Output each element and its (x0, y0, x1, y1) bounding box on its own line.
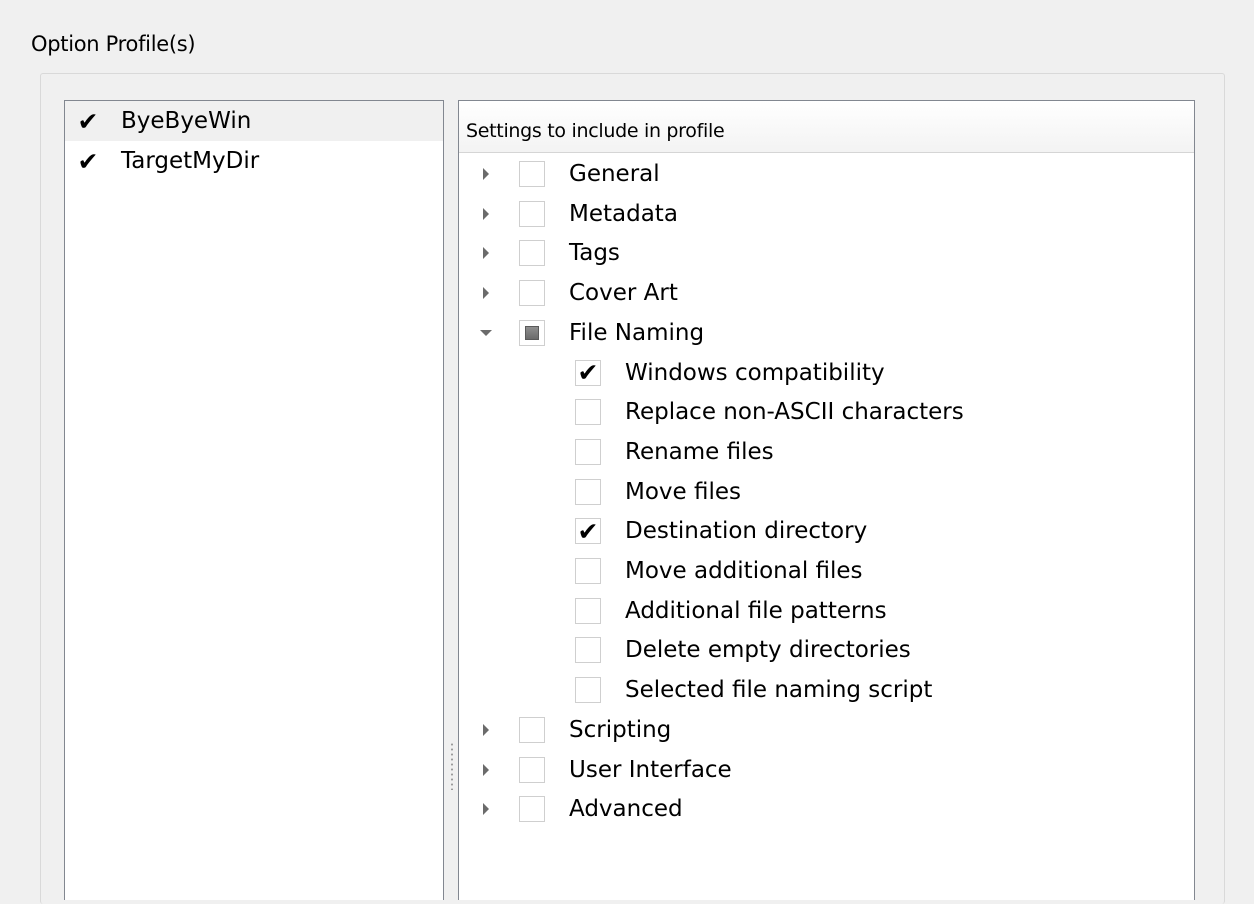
tree-item-label: User Interface (569, 756, 732, 783)
tree-item-label: Tags (569, 240, 620, 267)
tree-subitem-destination-directory[interactable]: ✔ Destination directory (575, 511, 867, 551)
chevron-right-icon[interactable] (481, 763, 491, 777)
check-mark-icon: ✔ (77, 146, 99, 176)
chevron-right-icon[interactable] (481, 723, 491, 737)
chevron-right-icon[interactable] (481, 286, 491, 300)
tree-item-advanced[interactable]: Advanced (481, 789, 683, 829)
tree-item-label: Advanced (569, 796, 683, 823)
tree-subitem-additional-file-patterns[interactable]: Additional file patterns (575, 591, 887, 631)
tree-subitem-label: Destination directory (625, 518, 868, 545)
tree-item-label: General (569, 161, 660, 187)
tree-subitem-label: Rename files (625, 438, 774, 465)
category-checkbox[interactable] (519, 796, 545, 823)
settings-tree[interactable]: Settings to include in profile General Me… (458, 100, 1195, 900)
tree-subitem-label: Additional file patterns (625, 597, 887, 624)
category-checkbox[interactable] (519, 240, 545, 267)
category-checkbox[interactable] (519, 161, 545, 187)
tree-item-scripting[interactable]: Scripting (481, 710, 671, 750)
profile-checkbox[interactable]: ✔ (75, 148, 101, 174)
partial-check-icon (525, 325, 539, 340)
setting-checkbox[interactable]: ✔ (575, 358, 601, 387)
setting-checkbox[interactable] (575, 597, 601, 624)
category-checkbox[interactable] (519, 319, 545, 346)
profile-item-targetmydir[interactable]: ✔ TargetMyDir (65, 141, 443, 181)
chevron-down-icon[interactable] (480, 326, 492, 340)
group-title: Option Profile(s) (31, 32, 196, 56)
tree-subitem-windows-compatibility[interactable]: ✔ Windows compatibility (575, 353, 885, 393)
tree-subitem-label: Move files (625, 478, 741, 505)
profiles-list[interactable]: ✔ ByeByeWin ✔ TargetMyDir (64, 100, 444, 900)
check-mark-icon: ✔ (577, 358, 599, 387)
profile-item-byebyewin[interactable]: ✔ ByeByeWin (65, 101, 443, 141)
tree-item-tags[interactable]: Tags (481, 233, 620, 273)
tree-item-label: Cover Art (569, 280, 678, 307)
check-mark-icon: ✔ (77, 106, 99, 136)
tree-item-cover-art[interactable]: Cover Art (481, 273, 678, 313)
tree-subitem-label: Move additional files (625, 558, 863, 584)
category-checkbox[interactable] (519, 716, 545, 743)
tree-subitem-label: Replace non-ASCII characters (625, 399, 964, 426)
tree-subitem-move-files[interactable]: Move files (575, 472, 741, 512)
tree-item-user-interface[interactable]: User Interface (481, 750, 732, 790)
tree-subitem-label: Delete empty directories (625, 637, 911, 664)
setting-checkbox[interactable] (575, 399, 601, 426)
tree-item-metadata[interactable]: Metadata (481, 194, 678, 234)
setting-checkbox[interactable]: ✔ (575, 516, 601, 546)
tree-subitem-label: Windows compatibility (625, 359, 885, 386)
setting-checkbox[interactable] (575, 637, 601, 664)
tree-item-label: Scripting (569, 716, 672, 743)
tree-subitem-label: Selected file naming script (625, 677, 933, 704)
chevron-right-icon[interactable] (481, 802, 491, 816)
tree-subitem-move-additional-files[interactable]: Move additional files (575, 551, 863, 591)
tree-subitem-rename-files[interactable]: Rename files (575, 432, 774, 472)
check-mark-icon: ✔ (577, 516, 599, 546)
tree-item-label: File Naming (569, 319, 705, 346)
profile-checkbox[interactable]: ✔ (75, 108, 101, 134)
setting-checkbox[interactable] (575, 478, 601, 505)
tree-header[interactable]: Settings to include in profile (459, 101, 1194, 153)
tree-subitem-replace-non-ascii-characters[interactable]: Replace non-ASCII characters (575, 392, 964, 432)
setting-checkbox[interactable] (575, 438, 601, 465)
setting-checkbox[interactable] (575, 558, 601, 584)
tree-item-file-naming[interactable]: File Naming (480, 313, 705, 353)
tree-subitem-selected-file-naming-script[interactable]: Selected file naming script (575, 670, 932, 710)
chevron-right-icon[interactable] (481, 167, 491, 181)
category-checkbox[interactable] (519, 280, 545, 307)
tree-item-general[interactable]: General (481, 154, 660, 194)
chevron-right-icon[interactable] (481, 246, 491, 260)
profile-label: TargetMyDir (121, 148, 260, 174)
tree-subitem-delete-empty-directories[interactable]: Delete empty directories (575, 630, 911, 670)
tree-header-label: Settings to include in profile (466, 119, 725, 142)
category-checkbox[interactable] (519, 756, 545, 783)
splitter-handle[interactable] (451, 742, 453, 790)
setting-checkbox[interactable] (575, 677, 601, 704)
tree-item-label: Metadata (569, 200, 678, 227)
category-checkbox[interactable] (519, 200, 545, 227)
chevron-right-icon[interactable] (481, 207, 491, 221)
profile-label: ByeByeWin (121, 108, 252, 134)
